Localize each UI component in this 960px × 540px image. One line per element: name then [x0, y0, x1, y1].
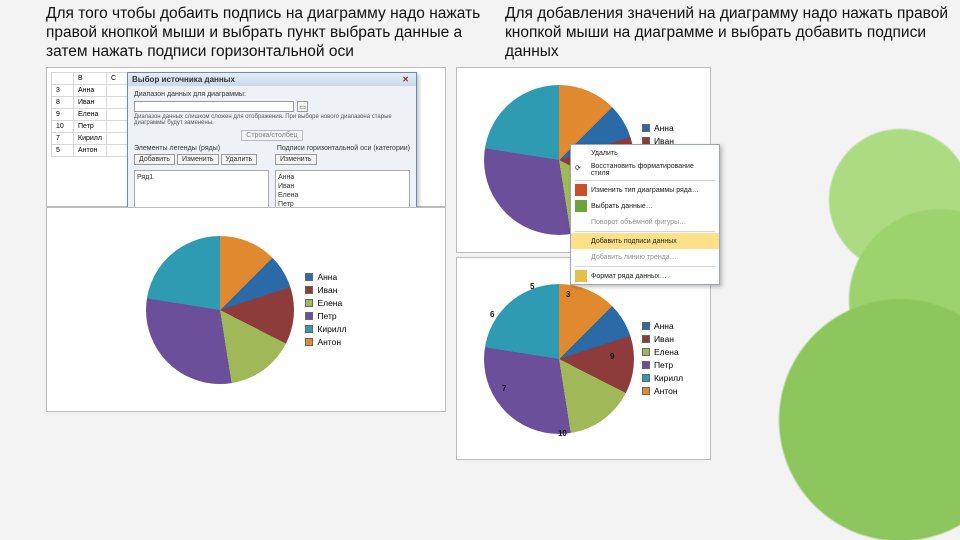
- label-7: 7: [502, 384, 506, 393]
- chart-icon: [575, 184, 587, 196]
- legend-item: Елена: [305, 298, 346, 308]
- add-series-button[interactable]: Добавить: [134, 154, 175, 165]
- legend-label: Иван: [654, 334, 674, 344]
- legend-item: Анна: [305, 272, 346, 282]
- ctx-add-data-labels[interactable]: Добавить подписи данных: [571, 233, 719, 249]
- ctx-add-trendline[interactable]: Добавить линию тренда…: [571, 249, 719, 265]
- collapse-range-icon[interactable]: ▭: [297, 101, 308, 112]
- legend-swatch: [642, 374, 650, 382]
- pie-panel-plain: Анна Иван Елена Петр Кирилл Антон: [46, 207, 446, 412]
- remove-series-button[interactable]: Удалить: [221, 154, 258, 165]
- legend-label: Антон: [654, 386, 678, 396]
- legend-item: Антон: [642, 386, 683, 396]
- legend-label: Петр: [654, 360, 673, 370]
- legend-label: Анна: [654, 321, 674, 331]
- legend-label: Анна: [317, 272, 337, 282]
- legend-swatch: [305, 286, 313, 294]
- legend-label: Иван: [317, 285, 337, 295]
- heading-left: Для того чтобы добаить подпись на диагра…: [46, 4, 491, 61]
- label-6: 6: [490, 310, 494, 319]
- legend-item: Кирилл: [642, 373, 683, 383]
- ctx-change-chart-type[interactable]: Изменить тип диаграммы ряда…: [571, 182, 719, 198]
- legend-swatch: [642, 335, 650, 343]
- dialog-panel: BC 3Анна 8Иван 9Елена 10Петр 7Кирилл 5Ан…: [46, 67, 446, 207]
- spreadsheet-fragment: BC 3Анна 8Иван 9Елена 10Петр 7Кирилл 5Ан…: [51, 72, 129, 157]
- pie-panel-context: АннаИванЕленаПетрКириллАнтон Удалить ⟳Во…: [456, 67, 711, 253]
- legend-labels: Анна Иван Елена Петр Кирилл Антон: [642, 321, 683, 396]
- legend-label: Анна: [654, 123, 674, 133]
- legend-item: Елена: [642, 347, 683, 357]
- legend-swatch: [642, 124, 650, 132]
- legend-item: Иван: [305, 285, 346, 295]
- close-icon[interactable]: ✕: [399, 75, 412, 84]
- pie-chart-plain[interactable]: [145, 235, 295, 385]
- headings: Для того чтобы добаить подпись на диагра…: [46, 4, 950, 61]
- edit-axis-button[interactable]: Изменить: [275, 154, 317, 165]
- ctx-3d-rotation[interactable]: Поворот объёмной фигуры…: [571, 214, 719, 230]
- legend-swatch: [642, 361, 650, 369]
- legend-label: Петр: [317, 311, 336, 321]
- pie-panel-labels: 3 5 6 7 9 10 Анна Иван Елена Петр Кирилл Анто…: [456, 257, 711, 460]
- legend-label: Елена: [654, 347, 679, 357]
- range-label: Диапазон данных для диаграммы:: [134, 91, 410, 98]
- ctx-delete[interactable]: Удалить: [571, 145, 719, 161]
- legend-item: Анна: [642, 321, 683, 331]
- label-9: 9: [610, 352, 614, 361]
- ctx-format-series[interactable]: Формат ряда данных…: [571, 268, 719, 284]
- legend-item: Петр: [642, 360, 683, 370]
- ctx-select-data[interactable]: Выбрать данные…: [571, 198, 719, 214]
- pie-chart-labels[interactable]: 3 5 6 7 9 10: [484, 284, 634, 434]
- legend-item: Петр: [305, 311, 346, 321]
- legend-item: Анна: [642, 123, 683, 133]
- legend-swatch: [305, 338, 313, 346]
- context-menu[interactable]: Удалить ⟳Восстановить форматирование сти…: [570, 144, 720, 285]
- dialog-title: Выбор источника данных: [132, 75, 235, 84]
- label-10: 10: [558, 429, 567, 438]
- legend-swatch: [305, 273, 313, 281]
- legend-swatch: [642, 322, 650, 330]
- axis-header: Подписи горизонтальной оси (категории): [277, 145, 410, 152]
- edit-series-button[interactable]: Изменить: [177, 154, 219, 165]
- legend-item: Антон: [305, 337, 346, 347]
- legend-swatch: [305, 312, 313, 320]
- legend-item: Кирилл: [305, 324, 346, 334]
- legend-label: Кирилл: [317, 324, 346, 334]
- legend-label: Антон: [317, 337, 341, 347]
- label-3: 3: [566, 290, 570, 299]
- legend-label: Кирилл: [654, 373, 683, 383]
- legend-swatch: [642, 387, 650, 395]
- ctx-reset-format[interactable]: ⟳Восстановить форматирование стиля: [571, 161, 719, 179]
- format-icon: [575, 270, 587, 282]
- legend-swatch: [305, 299, 313, 307]
- range-hint: Диапазон данных слишком сложен для отобр…: [134, 114, 410, 126]
- dialog-title-bar[interactable]: Выбор источника данных ✕: [128, 73, 416, 86]
- legend-swatch: [642, 348, 650, 356]
- label-5: 5: [530, 282, 534, 291]
- legend-swatch: [305, 325, 313, 333]
- series-header: Элементы легенды (ряды): [134, 145, 220, 152]
- legend-label: Елена: [317, 298, 342, 308]
- heading-right: Для добавления значений на диаграмму над…: [505, 4, 950, 61]
- switch-row-col-button[interactable]: Строка/столбец: [241, 130, 302, 141]
- legend-item: Иван: [642, 334, 683, 344]
- reset-icon: ⟳: [575, 164, 587, 176]
- table-icon: [575, 200, 587, 212]
- range-input[interactable]: [134, 101, 294, 112]
- legend-plain: Анна Иван Елена Петр Кирилл Антон: [305, 272, 346, 347]
